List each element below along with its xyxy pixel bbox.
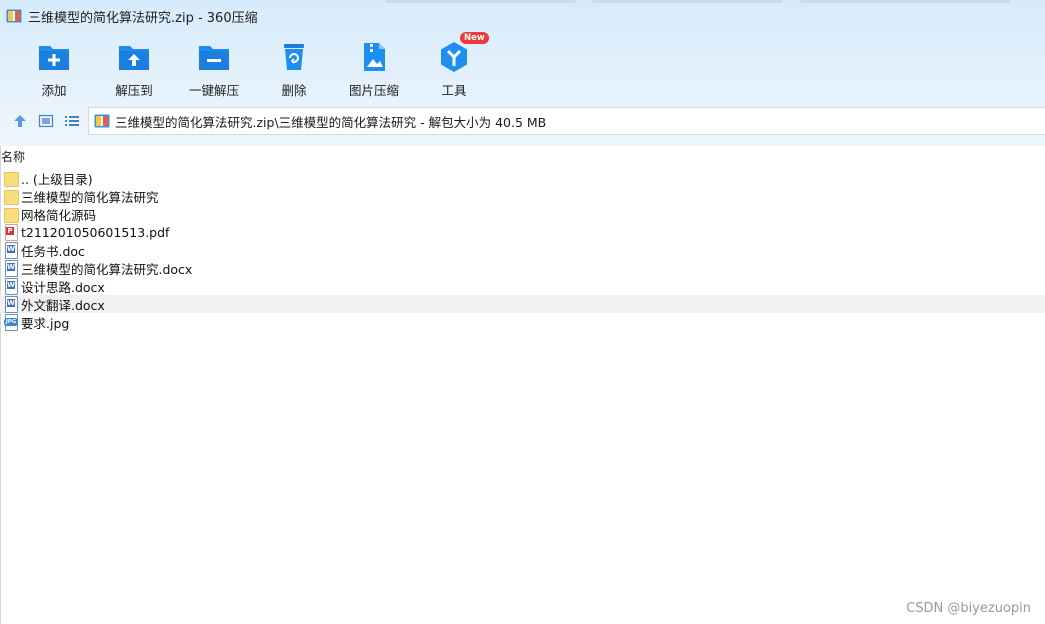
list-item[interactable]: 三维模型的简化算法研究 xyxy=(0,187,1045,205)
address-bar[interactable]: 三维模型的简化算法研究.zip\三维模型的简化算法研究 - 解包大小为 40.5… xyxy=(88,107,1045,135)
image-compress-label: 图片压缩 xyxy=(348,83,399,98)
file-name: 要求.jpg xyxy=(21,315,70,331)
file-name: 三维模型的简化算法研究.docx xyxy=(21,261,193,277)
window-title: 三维模型的简化算法研究.zip - 360压缩 xyxy=(28,10,258,26)
list-item[interactable]: 网格简化源码 xyxy=(0,205,1045,223)
image-compress-button[interactable]: 图片压缩 xyxy=(334,36,414,98)
list-item[interactable]: 要求.jpg xyxy=(0,313,1045,331)
title-bar: 三维模型的简化算法研究.zip - 360压缩 xyxy=(6,7,258,26)
list-item[interactable]: .. (上级目录) xyxy=(0,169,1045,187)
image-file-icon xyxy=(4,314,18,331)
file-name: 任务书.doc xyxy=(21,243,85,259)
delete-button[interactable]: 删除 xyxy=(254,36,334,98)
tools-label: 工具 xyxy=(441,83,467,98)
zip-archive-icon xyxy=(6,8,22,24)
file-name: 外文翻译.docx xyxy=(21,297,105,313)
list-item[interactable]: 设计思路.docx xyxy=(0,277,1045,295)
list-item[interactable]: 三维模型的简化算法研究.docx xyxy=(0,259,1045,277)
list-view-icon[interactable] xyxy=(64,113,80,129)
extract-to-button[interactable]: 解压到 xyxy=(94,36,174,98)
up-arrow-icon[interactable] xyxy=(12,113,28,129)
window-header: 三维模型的简化算法研究.zip - 360压缩 添加 解压到 一键解压 删除 图… xyxy=(0,0,1045,146)
one-click-extract-label: 一键解压 xyxy=(188,83,239,98)
file-name: 设计思路.docx xyxy=(21,279,105,295)
new-badge: New xyxy=(460,32,489,44)
word-file-icon xyxy=(4,296,18,313)
address-path: 三维模型的简化算法研究.zip\三维模型的简化算法研究 - 解包大小为 40.5… xyxy=(115,114,547,130)
folder-icon xyxy=(4,206,19,223)
file-list: .. (上级目录) 三维模型的简化算法研究 网格简化源码 t2112010506… xyxy=(0,169,1045,331)
add-folder-icon xyxy=(37,40,71,74)
image-compress-icon xyxy=(357,40,391,74)
word-file-icon xyxy=(4,260,18,277)
trash-icon xyxy=(277,40,311,74)
navigation-row: 三维模型的简化算法研究.zip\三维模型的简化算法研究 - 解包大小为 40.5… xyxy=(0,106,1045,136)
tab-strip-decoration xyxy=(592,0,782,3)
folder-icon xyxy=(4,170,19,187)
file-name: 网格简化源码 xyxy=(21,207,97,223)
folder-icon xyxy=(4,188,19,205)
watermark: CSDN @biyezuopin xyxy=(906,601,1031,616)
delete-label: 删除 xyxy=(281,83,307,98)
word-file-icon xyxy=(4,278,18,295)
extract-to-icon xyxy=(117,40,151,74)
one-click-extract-button[interactable]: 一键解压 xyxy=(174,36,254,98)
file-name: 三维模型的简化算法研究 xyxy=(21,189,159,205)
toolbar: 添加 解压到 一键解压 删除 图片压缩 New 工具 xyxy=(14,32,494,98)
tab-strip-decoration xyxy=(800,0,1010,3)
list-item[interactable]: 外文翻译.docx xyxy=(0,295,1045,313)
tab-strip-decoration xyxy=(386,0,576,3)
tools-button[interactable]: New 工具 xyxy=(414,32,494,98)
list-item[interactable]: 任务书.doc xyxy=(0,241,1045,259)
add-button[interactable]: 添加 xyxy=(14,36,94,98)
pdf-file-icon xyxy=(4,224,18,241)
tools-icon xyxy=(437,40,471,74)
zip-archive-icon xyxy=(94,113,110,129)
word-file-icon xyxy=(4,242,18,259)
file-name: t211201050601513.pdf xyxy=(21,224,170,240)
one-click-extract-icon xyxy=(197,40,231,74)
extract-to-label: 解压到 xyxy=(115,83,153,98)
list-item[interactable]: t211201050601513.pdf xyxy=(0,223,1045,241)
file-name: .. (上级目录) xyxy=(21,171,93,187)
thumbnail-view-icon[interactable] xyxy=(38,113,54,129)
add-label: 添加 xyxy=(41,83,67,98)
column-header-name[interactable]: 名称 xyxy=(0,148,1045,164)
